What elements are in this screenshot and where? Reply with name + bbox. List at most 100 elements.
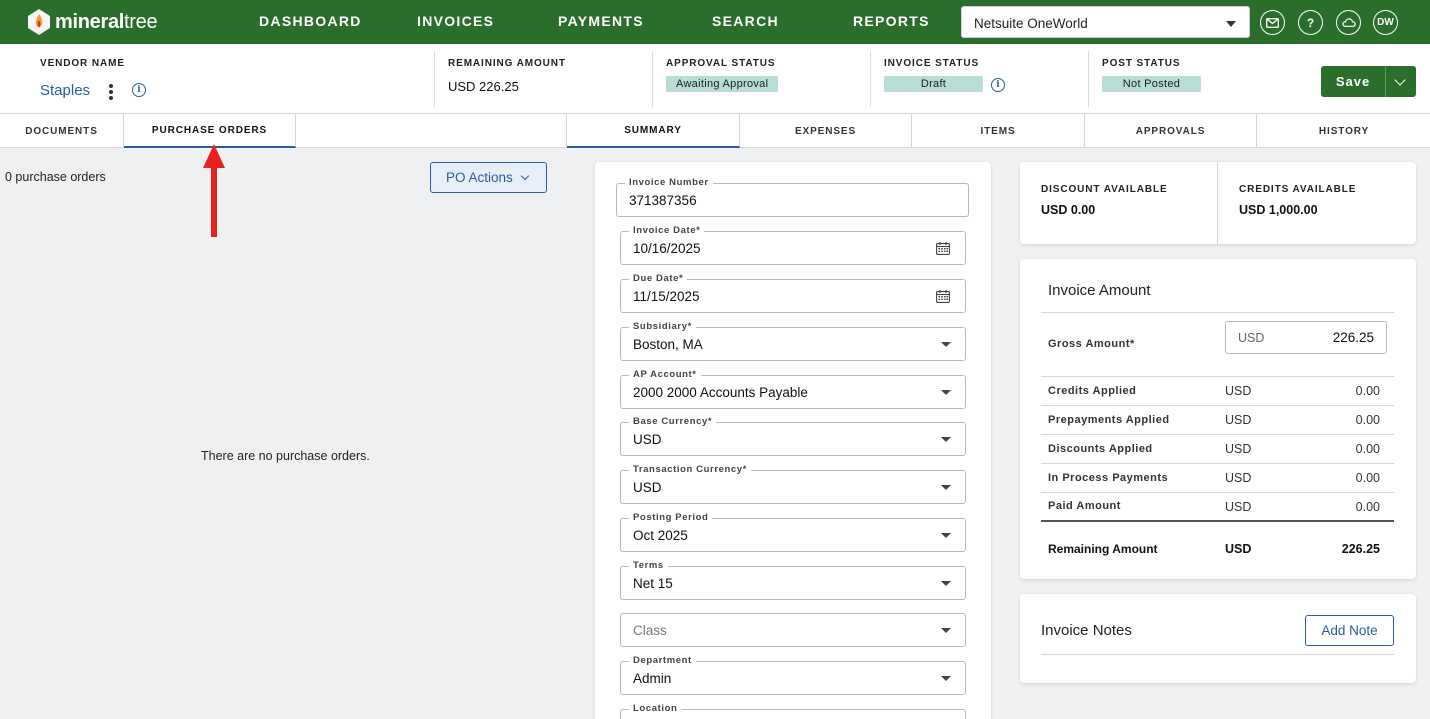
nav-dashboard[interactable]: DASHBOARD [259,13,362,29]
subsidiary-label: Subsidiary* [629,321,696,332]
row-amount: 0.00 [1355,384,1380,398]
tab-documents[interactable]: DOCUMENTS [0,114,124,148]
nav-reports[interactable]: REPORTS [853,13,930,29]
ap-account-value: 2000 2000 Accounts Payable [633,385,808,400]
location-select[interactable]: Location [620,703,966,719]
class-placeholder: Class [633,623,667,638]
tab-history[interactable]: HISTORY [1257,114,1430,148]
invoice-notes-title: Invoice Notes [1041,622,1132,639]
row-currency: USD [1225,471,1252,485]
save-button[interactable]: Save [1321,66,1385,97]
divider [1041,654,1394,655]
nav-search[interactable]: SEARCH [712,13,779,29]
post-status-badge: Not Posted [1102,76,1201,92]
cloud-icon[interactable] [1336,10,1361,35]
invoice-date-field[interactable]: Invoice Date* 10/16/2025 [620,225,966,265]
organization-select[interactable]: Netsuite OneWorld [961,6,1250,38]
caret-down-icon [941,342,951,347]
department-label: Department [629,655,696,666]
empty-purchase-orders-message: There are no purchase orders. [201,449,370,463]
subsidiary-select[interactable]: Subsidiary* Boston, MA [620,321,966,361]
row-currency: USD [1225,413,1252,427]
posting-period-select[interactable]: Posting Period Oct 2025 [620,512,966,552]
terms-select[interactable]: Terms Net 15 [620,560,966,600]
vendor-info-icon[interactable]: i [132,83,146,97]
tab-expenses[interactable]: EXPENSES [740,114,912,148]
tab-approvals[interactable]: APPROVALS [1085,114,1257,148]
add-note-button[interactable]: Add Note [1305,615,1394,646]
mail-icon[interactable] [1260,10,1285,35]
credits-available-value: USD 1,000.00 [1239,203,1318,217]
invoice-number-label: Invoice Number [625,177,713,188]
invoice-amount-title: Invoice Amount [1048,282,1151,299]
posting-period-label: Posting Period [629,512,713,523]
gross-amount-input[interactable]: USD 226.25 [1225,321,1387,354]
calendar-icon[interactable] [936,242,950,255]
invoice-status-info-icon[interactable]: i [991,78,1005,92]
row-currency: USD [1225,384,1252,398]
invoice-status-label: INVOICE STATUS [884,58,980,69]
right-tab-bar: SUMMARY EXPENSES ITEMS APPROVALS HISTORY [566,114,1430,148]
invoice-form-card: Invoice Number 371387356 Invoice Date* 1… [595,162,991,719]
prepayments-applied-row: Prepayments Applied USD 0.00 [1041,405,1394,434]
discount-available-value: USD 0.00 [1041,203,1096,217]
due-date-value: 11/15/2025 [633,289,700,304]
po-actions-button[interactable]: PO Actions [430,162,547,193]
caret-down-icon [941,533,951,538]
caret-down-icon [941,390,951,395]
posting-period-value: Oct 2025 [633,528,688,543]
total-divider [1041,520,1394,522]
calendar-icon[interactable] [936,290,950,303]
invoice-number-value: 371387356 [629,193,697,208]
purchase-order-count: 0 purchase orders [5,170,106,184]
row-amount: 0.00 [1355,413,1380,427]
mineraltree-logo[interactable]: mineraltree [26,8,158,36]
nav-payments[interactable]: PAYMENTS [558,13,644,29]
terms-label: Terms [629,560,668,571]
remaining-amount-total-value: 226.25 [1341,542,1380,556]
card-divider [1217,162,1218,244]
caret-down-icon [941,628,951,633]
vendor-name-link[interactable]: Staples [40,82,90,99]
user-avatar[interactable]: DW [1373,10,1398,35]
post-status-label: POST STATUS [1102,58,1181,69]
gross-amount-label: Gross Amount* [1048,338,1135,350]
help-icon[interactable]: ? [1298,10,1323,35]
ap-account-label: AP Account* [629,369,701,380]
row-currency: USD [1225,442,1252,456]
more-options-icon[interactable] [109,84,113,100]
transaction-currency-select[interactable]: Transaction Currency* USD [620,464,966,504]
due-date-field[interactable]: Due Date* 11/15/2025 [620,273,966,313]
tab-summary[interactable]: SUMMARY [567,114,740,148]
po-actions-label: PO Actions [446,170,513,185]
transaction-currency-label: Transaction Currency* [629,464,751,475]
row-label: Credits Applied [1048,385,1137,397]
class-select[interactable]: Class [620,613,966,647]
ap-account-select[interactable]: AP Account* 2000 2000 Accounts Payable [620,369,966,409]
invoice-date-label: Invoice Date* [629,225,705,236]
discounts-applied-row: Discounts Applied USD 0.00 [1041,434,1394,463]
remaining-amount-total-currency: USD [1225,542,1252,556]
invoice-notes-card: Invoice Notes Add Note [1020,594,1416,683]
chevron-down-icon [520,171,530,181]
due-date-label: Due Date* [629,273,688,284]
save-options-dropdown[interactable] [1385,66,1416,97]
caret-down-icon [941,437,951,442]
invoice-number-field[interactable]: Invoice Number 371387356 [616,177,969,217]
credits-available-label: CREDITS AVAILABLE [1239,184,1357,195]
department-value: Admin [633,671,672,686]
row-amount: 0.00 [1355,500,1380,514]
vendor-name-label: VENDOR NAME [40,58,125,69]
organization-select-value: Netsuite OneWorld [974,16,1088,31]
row-label: In Process Payments [1048,472,1169,484]
red-arrow-annotation [203,144,225,237]
caret-down-icon [941,485,951,490]
gross-amount-value: 226.25 [1332,330,1374,345]
gross-amount-currency: USD [1238,331,1265,345]
approval-status-label: APPROVAL STATUS [666,58,776,69]
invoice-status-section: INVOICE STATUS Draft i [870,51,1088,107]
tab-items[interactable]: ITEMS [912,114,1085,148]
base-currency-select[interactable]: Base Currency* USD [620,416,966,456]
department-select[interactable]: Department Admin [620,655,966,695]
nav-invoices[interactable]: INVOICES [417,13,494,29]
